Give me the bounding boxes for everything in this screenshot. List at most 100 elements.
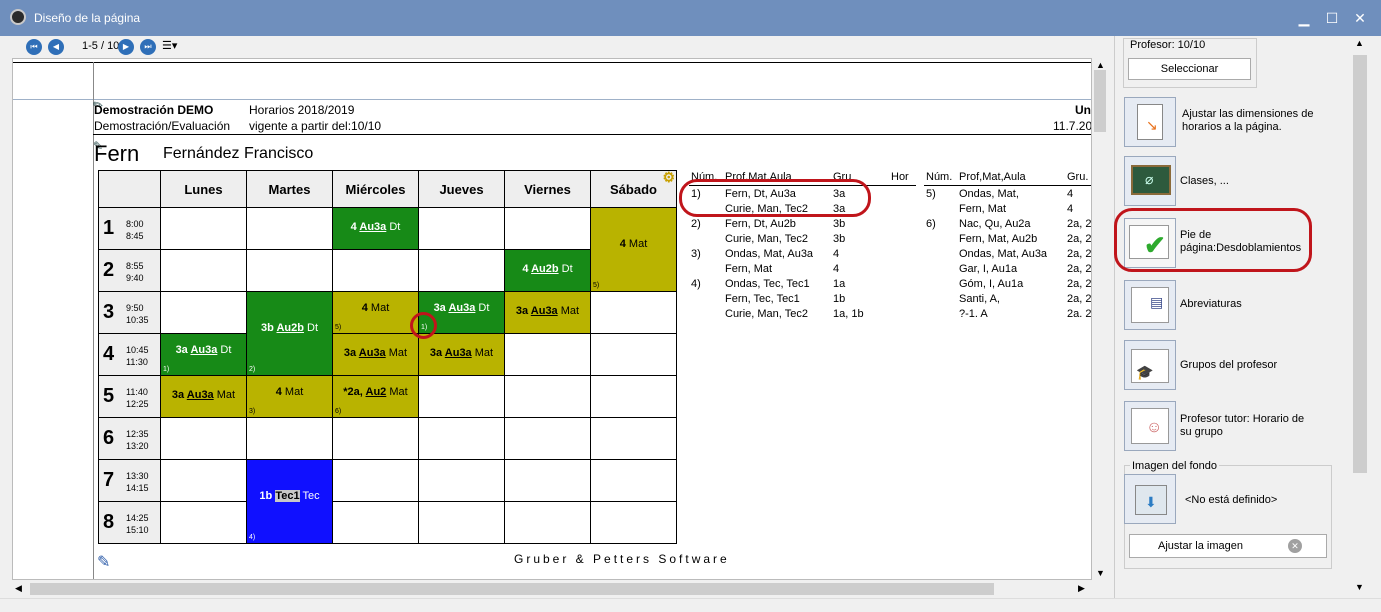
lesson-cell[interactable]: 3a Au3a Mat <box>160 375 247 418</box>
teacher-code: Fern <box>94 141 140 166</box>
split-list-row: Curie, Man, Tec2 1a, 1b <box>691 308 915 323</box>
prev-page-icon[interactable]: ◀ <box>48 39 64 55</box>
timetable-cell[interactable] <box>332 501 419 544</box>
scroll-up-icon[interactable]: ▲ <box>1096 60 1105 70</box>
split-list-row: 4) Ondas, Tec, Tec1 1a <box>691 278 915 293</box>
timetable-cell[interactable] <box>590 417 677 460</box>
timetable-cell[interactable] <box>246 249 333 292</box>
lesson-cell[interactable]: 3a Au3a Mat <box>332 333 419 376</box>
panel-scroll-up-icon[interactable]: ▲ <box>1355 38 1364 48</box>
minimize-button[interactable]: ▁ <box>1294 8 1314 28</box>
lesson-cell[interactable]: 3a Au3a Mat <box>418 333 505 376</box>
timetable-cell[interactable] <box>504 417 591 460</box>
timetable-cell[interactable] <box>504 501 591 544</box>
timetable-cell[interactable] <box>418 501 505 544</box>
background-image-button[interactable]: ⬇ <box>1124 474 1176 524</box>
timetable-cell[interactable] <box>246 207 333 250</box>
lesson-cell[interactable]: 4 Au2b Dt <box>504 249 591 292</box>
split-list-row: Santi, A, 2a, 2 <box>926 293 1091 308</box>
background-label: Imagen del fondo <box>1130 460 1220 473</box>
split-list-row: Ondas, Mat, Au3a 2a, 2 <box>926 248 1091 263</box>
split-list-row: Góm, I, Au1a 2a, 2 <box>926 278 1091 293</box>
fit-page-label: Ajustar las dimensiones de horarios a la… <box>1182 108 1314 133</box>
panel-scroll-down-icon[interactable]: ▼ <box>1355 582 1364 592</box>
timetable-cell[interactable] <box>418 459 505 502</box>
fit-page-button[interactable]: ↘ <box>1124 97 1176 147</box>
lesson-cell[interactable]: 3a Au3a Dt 1) <box>160 333 247 376</box>
abbreviations-button[interactable]: ▤ <box>1124 280 1176 330</box>
panel-scroll-thumb[interactable] <box>1353 55 1367 473</box>
split-list-row: 6) Nac, Qu, Au2a 2a, 2 <box>926 218 1092 233</box>
adjust-image-button[interactable]: Ajustar la imagen ✕ <box>1129 534 1327 558</box>
split-list-gru: 2a, 2 <box>1067 263 1092 275</box>
timetable-cell[interactable] <box>160 417 247 460</box>
last-page-icon[interactable]: ⏭ <box>140 39 156 55</box>
lesson-cell[interactable]: 1b Tec1 Tec 4) <box>246 459 333 544</box>
lesson-cell[interactable]: 3a Au3a Mat <box>504 291 591 334</box>
timetable-cell[interactable] <box>246 417 333 460</box>
classes-button[interactable]: ⌀ <box>1124 156 1176 206</box>
horizontal-scroll-thumb[interactable] <box>30 583 994 595</box>
lesson-cell[interactable]: 4 Mat 5) <box>590 207 677 292</box>
scroll-right-icon[interactable]: ▶ <box>1078 583 1085 594</box>
split-list-prof: Fern, Mat, Au2b <box>959 233 1038 245</box>
timetable-cell[interactable] <box>160 459 247 502</box>
preview-vertical-scrollbar[interactable]: ▲ ▼ <box>1092 58 1110 580</box>
header-rule <box>93 134 1091 135</box>
split-list-prof: Curie, Man, Tec2 <box>725 308 808 320</box>
timetable-cell[interactable] <box>160 291 247 334</box>
clear-icon[interactable]: ✕ <box>1288 539 1302 553</box>
timetable-cell[interactable] <box>160 501 247 544</box>
lesson-cell[interactable]: 4 Mat 5) <box>332 291 419 334</box>
scroll-left-icon[interactable]: ◀ <box>15 583 22 594</box>
timetable-cell[interactable] <box>160 207 247 250</box>
timetable-cell[interactable] <box>504 207 591 250</box>
timetable-cell[interactable] <box>504 459 591 502</box>
timetable-cell[interactable] <box>418 249 505 292</box>
split-list-row: Fern, Mat 4 <box>691 263 915 278</box>
vertical-scroll-thumb[interactable] <box>1094 70 1106 132</box>
abbreviations-label: Abreviaturas <box>1180 298 1242 310</box>
timetable-cell[interactable] <box>504 375 591 418</box>
first-page-icon[interactable]: ⏮ <box>26 39 42 55</box>
next-page-icon[interactable]: ▶ <box>118 39 134 55</box>
timetable-cell[interactable] <box>332 249 419 292</box>
timetable-cell[interactable] <box>590 459 677 502</box>
timetable-cell[interactable] <box>590 501 677 544</box>
tutor-button[interactable]: ☺ <box>1124 401 1176 451</box>
timetable-cell[interactable] <box>418 417 505 460</box>
split-list-row: ?-1. A 2a. 2 <box>926 308 1091 323</box>
lesson-cell[interactable]: *2a, Au2 Mat 6) <box>332 375 419 418</box>
highlight-circle-note <box>410 312 437 339</box>
timetable-cell[interactable] <box>418 207 505 250</box>
split-list-prof: Fern, Tec, Tec1 <box>725 293 800 305</box>
maximize-button[interactable]: ☐ <box>1322 8 1342 28</box>
list2-header-num: Núm. <box>926 171 953 183</box>
split-list-gru: 2a, 2 <box>1067 218 1092 230</box>
timetable-cell[interactable] <box>590 291 677 334</box>
close-button[interactable]: ✕ <box>1350 8 1370 28</box>
timetable-cell[interactable] <box>590 375 677 418</box>
lesson-cell[interactable]: 4 Au3a Dt <box>332 207 419 250</box>
page-menu-icon[interactable]: ☰▾ <box>162 39 177 52</box>
scroll-down-icon[interactable]: ▼ <box>1096 568 1105 578</box>
timetable-cell[interactable] <box>332 459 419 502</box>
timetable-cell[interactable] <box>332 417 419 460</box>
period-cell: 8 14:25 15:10 <box>98 501 161 544</box>
timetable-cell[interactable] <box>504 333 591 376</box>
lesson-cell[interactable]: 3b Au2b Dt 2) <box>246 291 333 376</box>
title-bar: Diseño de la página ▁ ☐ ✕ <box>0 0 1381 36</box>
timetable-cell[interactable] <box>590 333 677 376</box>
day-header: Martes <box>246 170 333 208</box>
gear-icon[interactable]: ⚙ <box>662 169 675 186</box>
split-list-row: Curie, Man, Tec2 3b <box>691 233 915 248</box>
timetable-cell[interactable] <box>418 375 505 418</box>
page-fit-icon: ↘ <box>1137 104 1163 140</box>
split-list-row: 3) Ondas, Mat, Au3a 4 <box>691 248 915 263</box>
split-list-row: 2) Fern, Dt, Au2b 3b <box>691 218 915 233</box>
teacher-groups-button[interactable]: 🎓 <box>1124 340 1176 390</box>
lesson-cell[interactable]: 4 Mat 3) <box>246 375 333 418</box>
timetable-cell[interactable] <box>160 249 247 292</box>
pencil-icon-3[interactable]: ✎ <box>97 552 110 572</box>
select-button[interactable]: Seleccionar <box>1128 58 1251 80</box>
